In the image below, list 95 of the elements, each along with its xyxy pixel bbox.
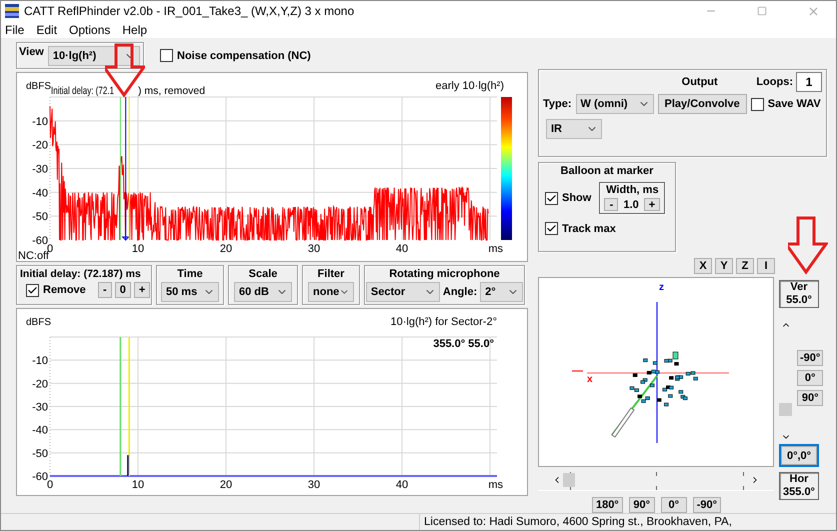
microphone-dropdown[interactable]: Sector xyxy=(366,282,440,302)
axis-tick-label: 30 xyxy=(308,243,320,255)
group-title: Balloon at marker xyxy=(560,165,654,177)
axis-tick-label: -40 xyxy=(32,187,48,200)
reset-view-button[interactable]: 0°,0° xyxy=(781,446,817,465)
axis-label: dBFS xyxy=(26,81,52,92)
chart-note: ) ms, removed xyxy=(138,85,206,97)
view-dropdown[interactable]: 10·lg(h²) xyxy=(48,46,140,66)
angle-button[interactable]: 90° xyxy=(628,497,655,513)
time-dropdown[interactable]: 50 ms xyxy=(161,282,219,302)
type-label: Type: xyxy=(543,98,572,110)
axis-tick-label: -30 xyxy=(32,402,48,414)
axis-button[interactable]: X xyxy=(694,258,712,274)
checkbox[interactable]: Remove xyxy=(26,284,86,296)
checkbox[interactable]: Track max xyxy=(545,222,616,235)
menu-item[interactable]: Options xyxy=(69,22,110,37)
axis-tick-label: 10 xyxy=(132,243,144,255)
axis-tick-label: 40 xyxy=(396,243,408,255)
scale-dropdown[interactable]: 60 dB xyxy=(234,282,292,302)
axis-tick-label: -50 xyxy=(32,448,48,460)
angle-button[interactable]: -90° xyxy=(692,497,722,513)
axis-label: x xyxy=(587,374,593,385)
license-text: Licensed to: Hadi Sumoro, 4600 Spring st., Brookhaven, PA, xyxy=(419,514,732,530)
width-button[interactable]: + xyxy=(644,198,660,211)
width-label: Width, ms xyxy=(606,184,659,196)
axis-tick-label: 20 xyxy=(220,243,232,255)
group-label: Time xyxy=(177,268,203,280)
width-value: 1.0 xyxy=(623,198,639,210)
slider-thumb[interactable] xyxy=(779,403,792,416)
checkbox[interactable]: Save WAV xyxy=(750,98,821,110)
axis-tick-label: 0 xyxy=(46,479,54,491)
group-label: Filter xyxy=(318,268,344,280)
menu-item[interactable]: File xyxy=(5,22,24,37)
play-convolve-button[interactable]: Play/Convolve xyxy=(658,94,747,114)
axis-label: ms xyxy=(488,479,503,491)
menu-item[interactable]: Edit xyxy=(36,22,58,37)
group-label: Scale xyxy=(248,268,278,280)
angle-button[interactable]: 0° xyxy=(797,370,824,386)
filter-dropdown[interactable]: none xyxy=(308,282,354,302)
type-dropdown[interactable]: W (omni) xyxy=(576,94,654,114)
group-title: Output xyxy=(682,76,718,88)
window-title: CATT ReflPhinder v2.0b - IR_001_Take3_ (W,X,Y,Z) 3 x mono xyxy=(24,4,356,18)
group-label: Rotating microphone xyxy=(389,268,500,280)
loops-label: Loops: xyxy=(756,76,793,88)
angle-button[interactable]: 90° xyxy=(797,390,824,406)
group-label: View xyxy=(19,45,44,58)
axis-tick-label: 20 xyxy=(220,479,232,491)
signal-dropdown[interactable]: IR xyxy=(546,119,602,139)
axis-tick-label: -60 xyxy=(32,235,48,247)
width-button[interactable]: - xyxy=(604,198,618,211)
axis-label: dBFS xyxy=(26,317,52,328)
axis-tick-label: -10 xyxy=(32,355,48,368)
axis-tick-label: -20 xyxy=(32,378,48,390)
nc-status: NC:off xyxy=(18,250,49,261)
axis-tick-label: -20 xyxy=(32,140,48,152)
annotation-arrow xyxy=(105,43,145,99)
vertical-angle-display: Ver 55.0° xyxy=(779,280,819,308)
axis-tick-label: -50 xyxy=(32,211,48,224)
initial-delay-label: Initial delay: (72.187) ms xyxy=(20,268,141,280)
axis-tick-label: -40 xyxy=(32,424,48,437)
menu-item[interactable]: Help xyxy=(122,22,148,37)
delay-button[interactable]: 0 xyxy=(114,282,131,298)
horizontal-slider[interactable] xyxy=(538,469,774,491)
chart-title: early 10·lg(h²) xyxy=(436,80,504,92)
app-icon xyxy=(5,4,19,18)
direction-reading: 355.0° 55.0° xyxy=(433,338,494,350)
check-icon xyxy=(27,284,38,296)
axis-label: z xyxy=(659,282,664,293)
loops-field[interactable]: 1 xyxy=(796,72,822,92)
chart-title: 10·lg(h²) for Sector-2° xyxy=(390,316,497,328)
axis-button[interactable]: Z xyxy=(736,258,754,274)
slider-thumb[interactable] xyxy=(562,473,575,487)
angle-dropdown[interactable]: 2° xyxy=(480,282,524,302)
angle-button[interactable]: -90° xyxy=(797,350,824,366)
axis-label: ms xyxy=(488,243,503,255)
check-icon xyxy=(546,192,557,204)
axis-tick-label: -30 xyxy=(32,164,48,176)
axis-tick-label: -60 xyxy=(32,471,48,483)
horizontal-angle-display: Hor 355.0° xyxy=(779,472,819,500)
axis-tick-label: -10 xyxy=(32,116,48,128)
chart-note: Initial delay: (72.1 xyxy=(51,85,134,97)
delay-button[interactable]: - xyxy=(98,282,112,298)
angle-label: Angle: xyxy=(442,286,478,298)
annotation-arrow xyxy=(788,216,828,276)
axis-tick-label: 30 xyxy=(308,479,320,491)
delay-button[interactable]: + xyxy=(134,282,150,298)
checkbox[interactable]: Noise compensation (NC) xyxy=(160,49,311,62)
axis-tick-label: 40 xyxy=(396,479,408,491)
check-icon xyxy=(546,223,557,234)
axis-tick-label: 10 xyxy=(132,479,144,491)
axis-button[interactable]: Y xyxy=(715,258,733,274)
checkbox[interactable]: Show xyxy=(545,192,592,204)
axis-button[interactable]: I xyxy=(757,258,775,274)
angle-button[interactable]: 0° xyxy=(660,497,687,513)
angle-button[interactable]: 180° xyxy=(592,497,623,513)
